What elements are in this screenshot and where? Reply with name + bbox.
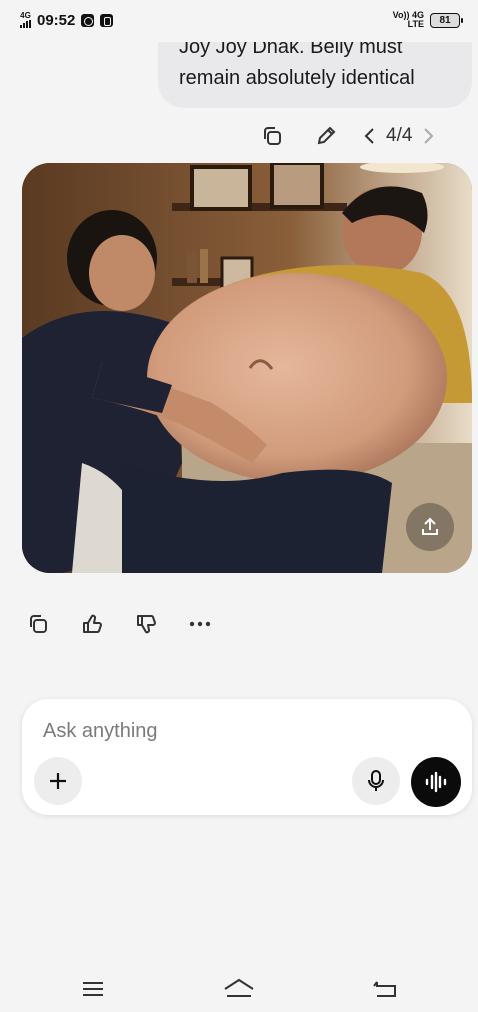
generated-image[interactable] bbox=[22, 163, 472, 573]
status-bar-overlay: 4G 09:52 Vo)) 4G LTE 81 bbox=[0, 0, 478, 40]
status-right: Vo)) 4G LTE 81 bbox=[393, 11, 463, 29]
home-icon[interactable] bbox=[222, 977, 256, 1001]
signal-label: 4G bbox=[20, 11, 31, 20]
thumbs-up-icon[interactable] bbox=[76, 608, 108, 640]
voice-mode-icon[interactable] bbox=[411, 757, 461, 807]
signal-bars-icon bbox=[20, 20, 31, 28]
response-actions bbox=[22, 608, 216, 640]
notification-app-icon bbox=[81, 13, 95, 27]
more-icon[interactable] bbox=[184, 608, 216, 640]
user-message-line-2: remain absolutely identical bbox=[179, 67, 415, 89]
notification-recorder-icon bbox=[100, 13, 114, 27]
microphone-icon[interactable] bbox=[352, 757, 400, 805]
network-indicator: Vo)) 4G LTE bbox=[393, 11, 424, 29]
back-icon[interactable] bbox=[368, 977, 402, 1001]
plus-icon[interactable] bbox=[34, 757, 82, 805]
clock: 09:52 bbox=[37, 11, 76, 29]
message-edit-row: 4/4 bbox=[256, 120, 440, 152]
menu-icon[interactable] bbox=[76, 977, 110, 1001]
generated-image-picture bbox=[22, 163, 472, 573]
prompt-input[interactable] bbox=[43, 717, 443, 745]
chevron-right-icon[interactable] bbox=[416, 120, 440, 152]
thumbs-down-icon[interactable] bbox=[130, 608, 162, 640]
system-nav-bar bbox=[0, 962, 478, 1012]
network-lte: LTE bbox=[407, 19, 424, 29]
copy-icon[interactable] bbox=[256, 120, 288, 152]
share-icon[interactable] bbox=[406, 503, 454, 551]
pencil-icon[interactable] bbox=[310, 120, 342, 152]
status-left: 4G 09:52 bbox=[20, 11, 114, 29]
signal-indicator: 4G bbox=[20, 12, 31, 28]
response-page-indicator: 4/4 bbox=[386, 125, 413, 146]
composer bbox=[22, 699, 472, 815]
copy-response-icon[interactable] bbox=[22, 608, 54, 640]
battery-icon: 81 bbox=[430, 12, 463, 28]
battery-level: 81 bbox=[439, 14, 451, 26]
chevron-left-icon[interactable] bbox=[358, 120, 382, 152]
